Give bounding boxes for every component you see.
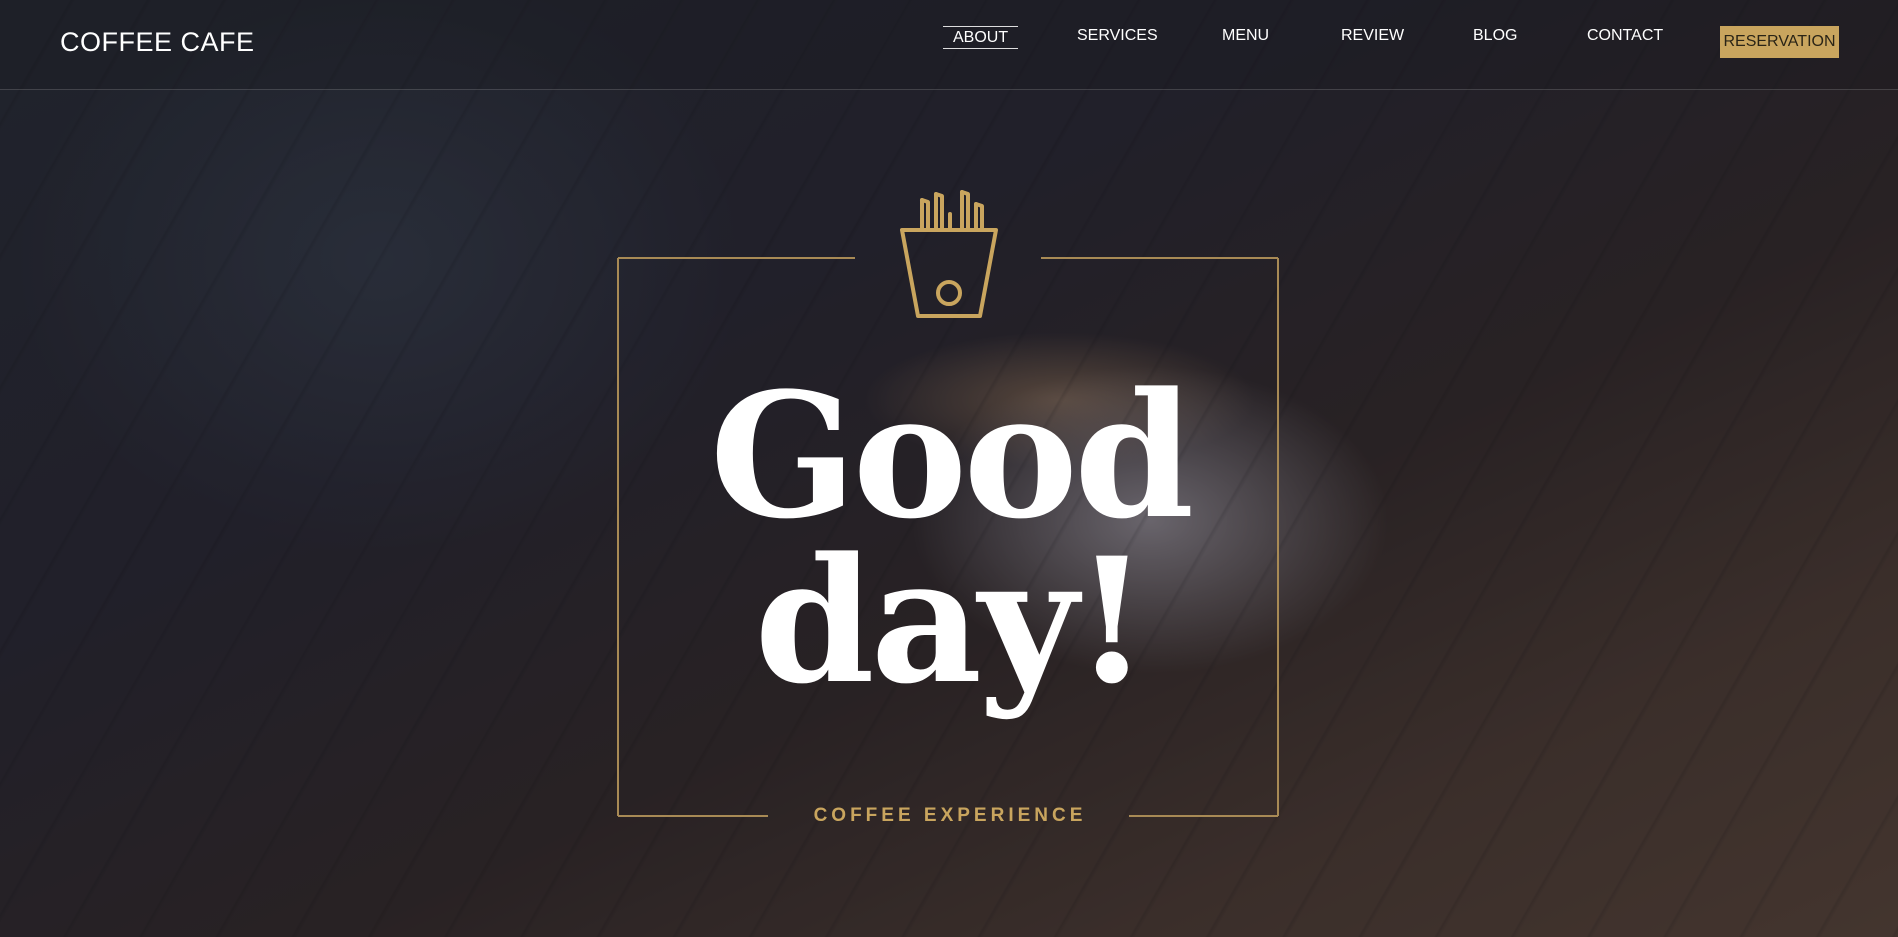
fries-box-icon [900, 190, 998, 318]
headline-line-2: day! [754, 519, 1149, 722]
hero-tagline: COFFEE EXPERIENCE [813, 805, 1087, 826]
headline-line-1: Good [709, 354, 1195, 557]
